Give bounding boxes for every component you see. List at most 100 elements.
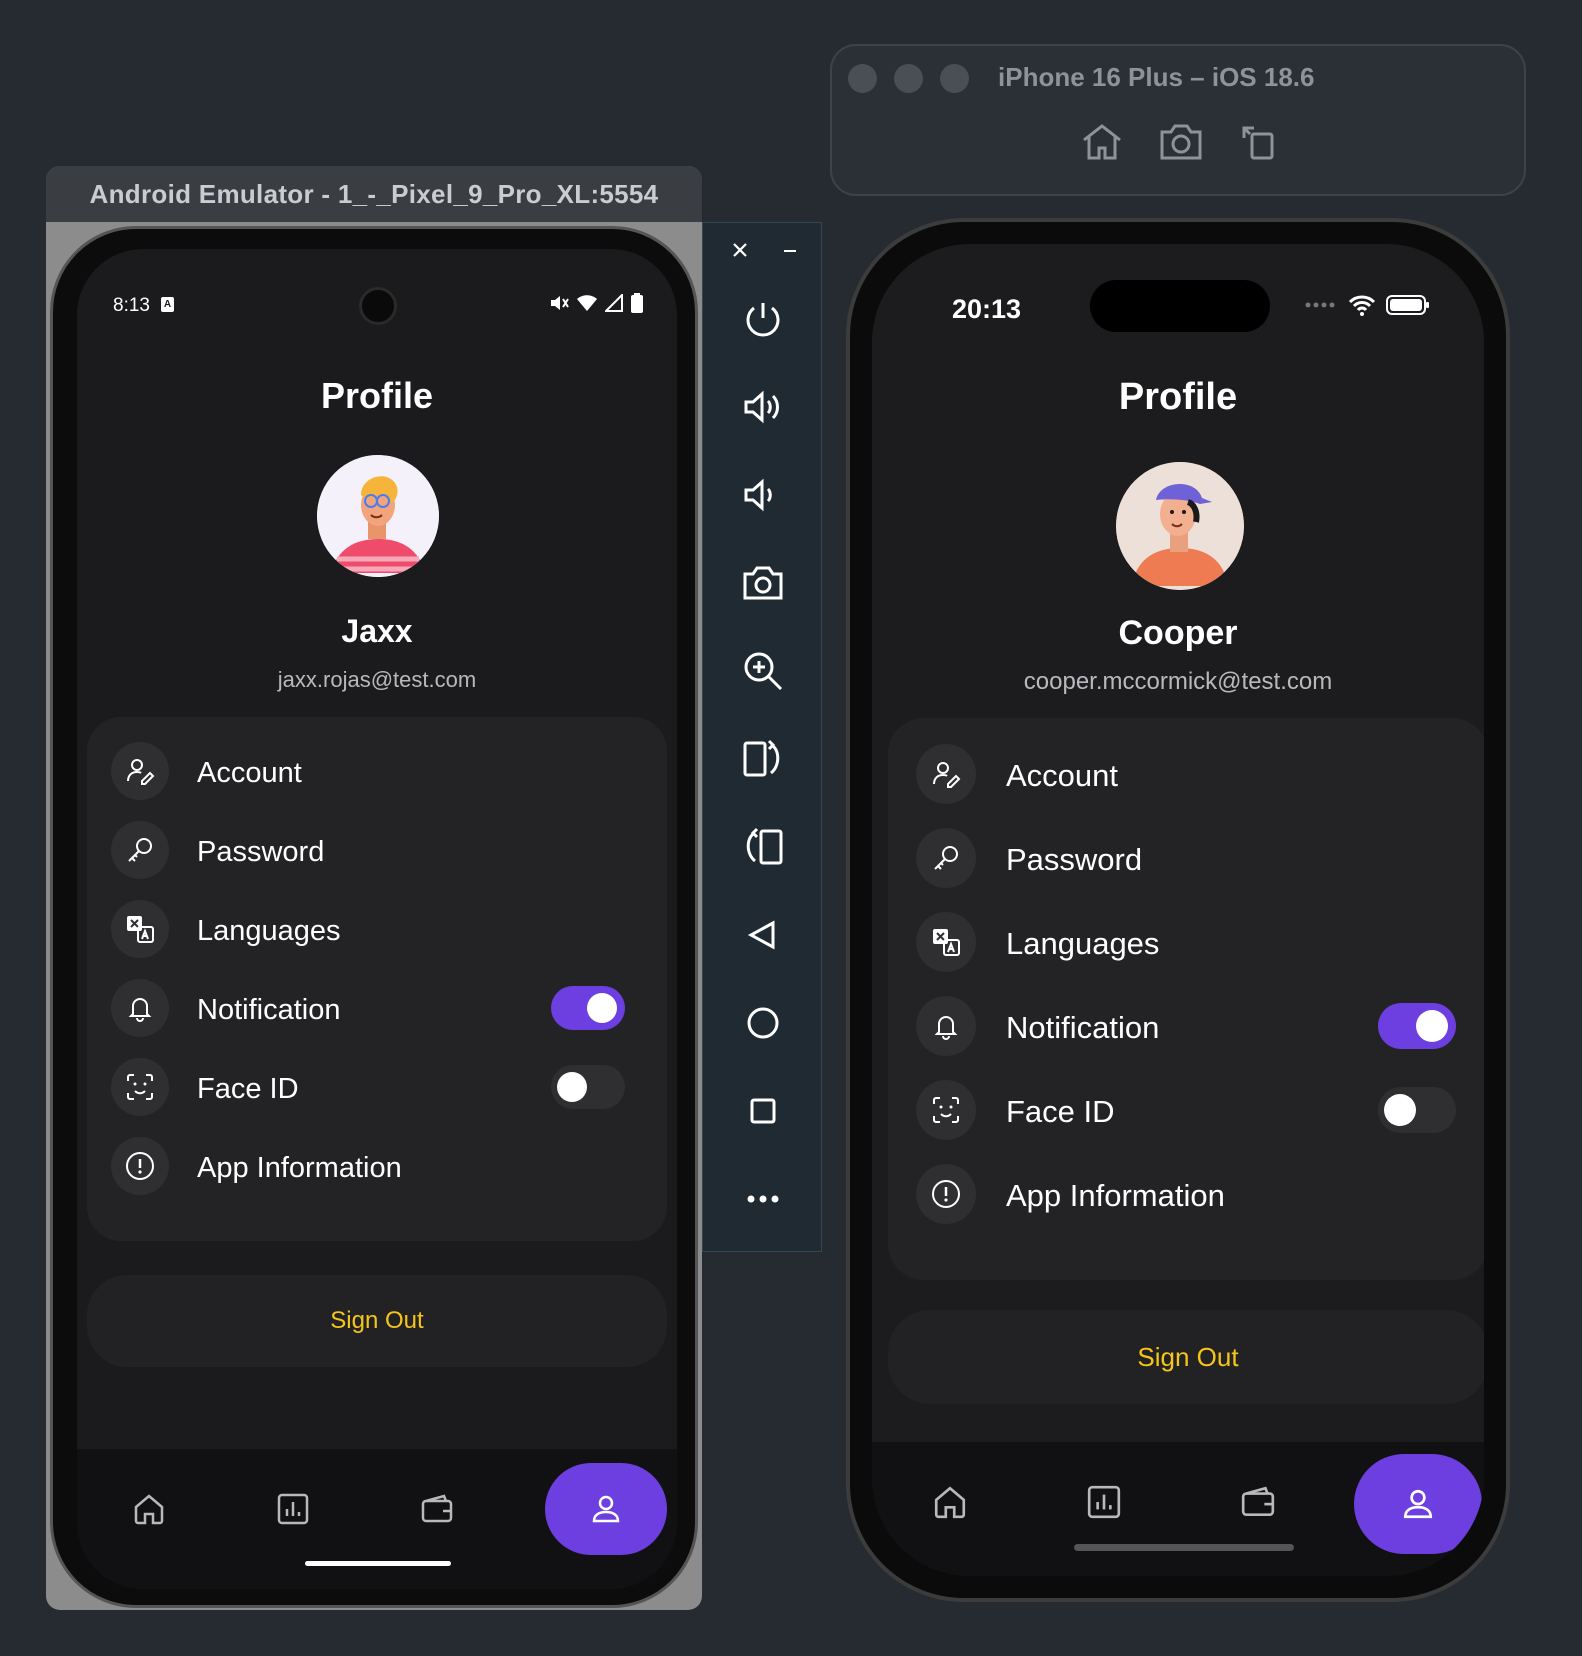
menu-item-password[interactable]: Password	[87, 808, 667, 892]
nav-profile[interactable]	[1354, 1454, 1482, 1554]
signal-dots-icon	[1305, 302, 1335, 308]
settings-card: Account Password Languages Notification …	[87, 717, 667, 1241]
menu-item-notification[interactable]: Notification	[87, 966, 667, 1050]
close-window-button[interactable]	[848, 64, 877, 93]
menu-item-label: Password	[1006, 842, 1143, 877]
back-button[interactable]	[733, 905, 793, 965]
menu-item-languages[interactable]: Languages	[87, 887, 667, 971]
home-icon[interactable]	[1080, 122, 1124, 162]
menu-item-label: Notification	[1006, 1010, 1160, 1045]
avatar[interactable]	[317, 455, 439, 577]
wallet-icon	[421, 1494, 453, 1523]
overview-square-icon	[750, 1098, 776, 1124]
toggle-knob	[587, 993, 617, 1023]
close-icon[interactable]	[731, 241, 749, 259]
avatar[interactable]	[1116, 462, 1244, 590]
nav-wallet[interactable]	[1228, 1472, 1288, 1532]
ios-device-frame: 20:13 Profile Cooper cooper.mccormick@te…	[846, 218, 1510, 1602]
nav-home[interactable]	[920, 1472, 980, 1532]
notification-toggle[interactable]	[1378, 1003, 1456, 1049]
face-id-toggle[interactable]	[551, 1065, 625, 1109]
chart-icon	[277, 1493, 309, 1525]
menu-item-face-id[interactable]: Face ID	[87, 1045, 667, 1129]
volume-down-icon	[744, 478, 772, 512]
home-circle-icon	[747, 1007, 779, 1039]
rotate-icon[interactable]	[1238, 122, 1278, 162]
menu-item-label: Face ID	[1006, 1094, 1115, 1129]
notification-toggle[interactable]	[551, 986, 625, 1030]
user-edit-icon	[127, 759, 155, 785]
wallet-icon	[1241, 1486, 1275, 1517]
mute-icon	[551, 296, 569, 310]
info-icon	[932, 1180, 960, 1208]
face-id-icon-container	[111, 1058, 169, 1116]
ios-screen: 20:13 Profile Cooper cooper.mccormick@te…	[872, 244, 1484, 1576]
home-indicator[interactable]	[1074, 1544, 1294, 1551]
menu-item-app-information[interactable]: App Information	[888, 1150, 1484, 1238]
bell-icon	[934, 1016, 958, 1040]
gesture-bar[interactable]	[305, 1561, 451, 1566]
menu-item-languages[interactable]: Languages	[888, 898, 1484, 986]
more-dots-icon	[747, 1195, 779, 1203]
nav-stats[interactable]	[263, 1479, 323, 1539]
rotate-left-button[interactable]	[733, 817, 793, 877]
translate-icon	[127, 916, 154, 943]
nav-profile[interactable]	[545, 1463, 667, 1555]
avatar-illustration	[1116, 462, 1244, 590]
volume-down-button[interactable]	[733, 465, 793, 525]
home-icon	[934, 1486, 966, 1519]
notification-icon-container	[916, 996, 976, 1056]
power-icon	[746, 303, 780, 337]
volume-up-button[interactable]	[733, 377, 793, 437]
toolbar-window-controls	[703, 237, 823, 267]
sign-out-button[interactable]: Sign Out	[888, 1310, 1484, 1404]
more-button[interactable]	[733, 1169, 793, 1229]
sign-out-button[interactable]: Sign Out	[87, 1275, 667, 1367]
nav-stats[interactable]	[1074, 1472, 1134, 1532]
screenshot-icon[interactable]	[1158, 122, 1204, 162]
minimize-window-button[interactable]	[894, 64, 923, 93]
menu-item-notification[interactable]: Notification	[888, 982, 1484, 1070]
rotate-right-button[interactable]	[733, 729, 793, 789]
zoom-button[interactable]	[733, 641, 793, 701]
power-button[interactable]	[733, 289, 793, 349]
nav-home[interactable]	[119, 1479, 179, 1539]
android-status-bar: 8:13 A	[77, 249, 677, 329]
volume-up-icon	[744, 390, 779, 424]
account-icon-container	[111, 742, 169, 800]
zoom-window-button[interactable]	[940, 64, 969, 93]
overview-button[interactable]	[733, 1081, 793, 1141]
ios-simulator-titlebar[interactable]: iPhone 16 Plus – iOS 18.6	[830, 44, 1526, 196]
user-edit-icon	[933, 762, 961, 788]
screenshot-button[interactable]	[733, 553, 793, 613]
translate-icon	[933, 929, 960, 956]
user-email: jaxx.rojas@test.com	[277, 667, 477, 692]
bell-icon	[128, 998, 152, 1022]
settings-card: Account Password Languages Notification	[888, 718, 1484, 1280]
rotate-right-icon	[743, 739, 780, 777]
menu-item-face-id[interactable]: Face ID	[888, 1066, 1484, 1154]
menu-item-label: App Information	[197, 1152, 402, 1184]
ios-window-title: iPhone 16 Plus – iOS 18.6	[998, 62, 1315, 92]
wifi-icon	[1348, 295, 1376, 316]
menu-item-account[interactable]: Account	[87, 729, 667, 813]
battery-icon	[1386, 295, 1429, 315]
android-window-titlebar[interactable]: Android Emulator - 1_-_Pixel_9_Pro_XL:55…	[46, 166, 702, 222]
user-name: Jaxx	[341, 613, 413, 649]
notification-icon-container	[111, 979, 169, 1037]
languages-icon-container	[111, 900, 169, 958]
toggle-knob	[557, 1072, 587, 1102]
nav-wallet[interactable]	[407, 1479, 467, 1539]
menu-item-password[interactable]: Password	[888, 814, 1484, 902]
profile-icon	[1403, 1489, 1433, 1519]
menu-item-label: Password	[197, 836, 325, 868]
window-traffic-lights	[848, 64, 969, 93]
menu-item-app-information[interactable]: App Information	[87, 1124, 667, 1208]
face-id-toggle[interactable]	[1378, 1087, 1456, 1133]
home-icon	[134, 1494, 164, 1525]
minimize-icon[interactable]	[781, 241, 799, 259]
menu-item-account[interactable]: Account	[888, 730, 1484, 818]
zoom-in-icon	[744, 652, 783, 691]
home-button[interactable]	[733, 993, 793, 1053]
dynamic-island	[1090, 280, 1270, 332]
